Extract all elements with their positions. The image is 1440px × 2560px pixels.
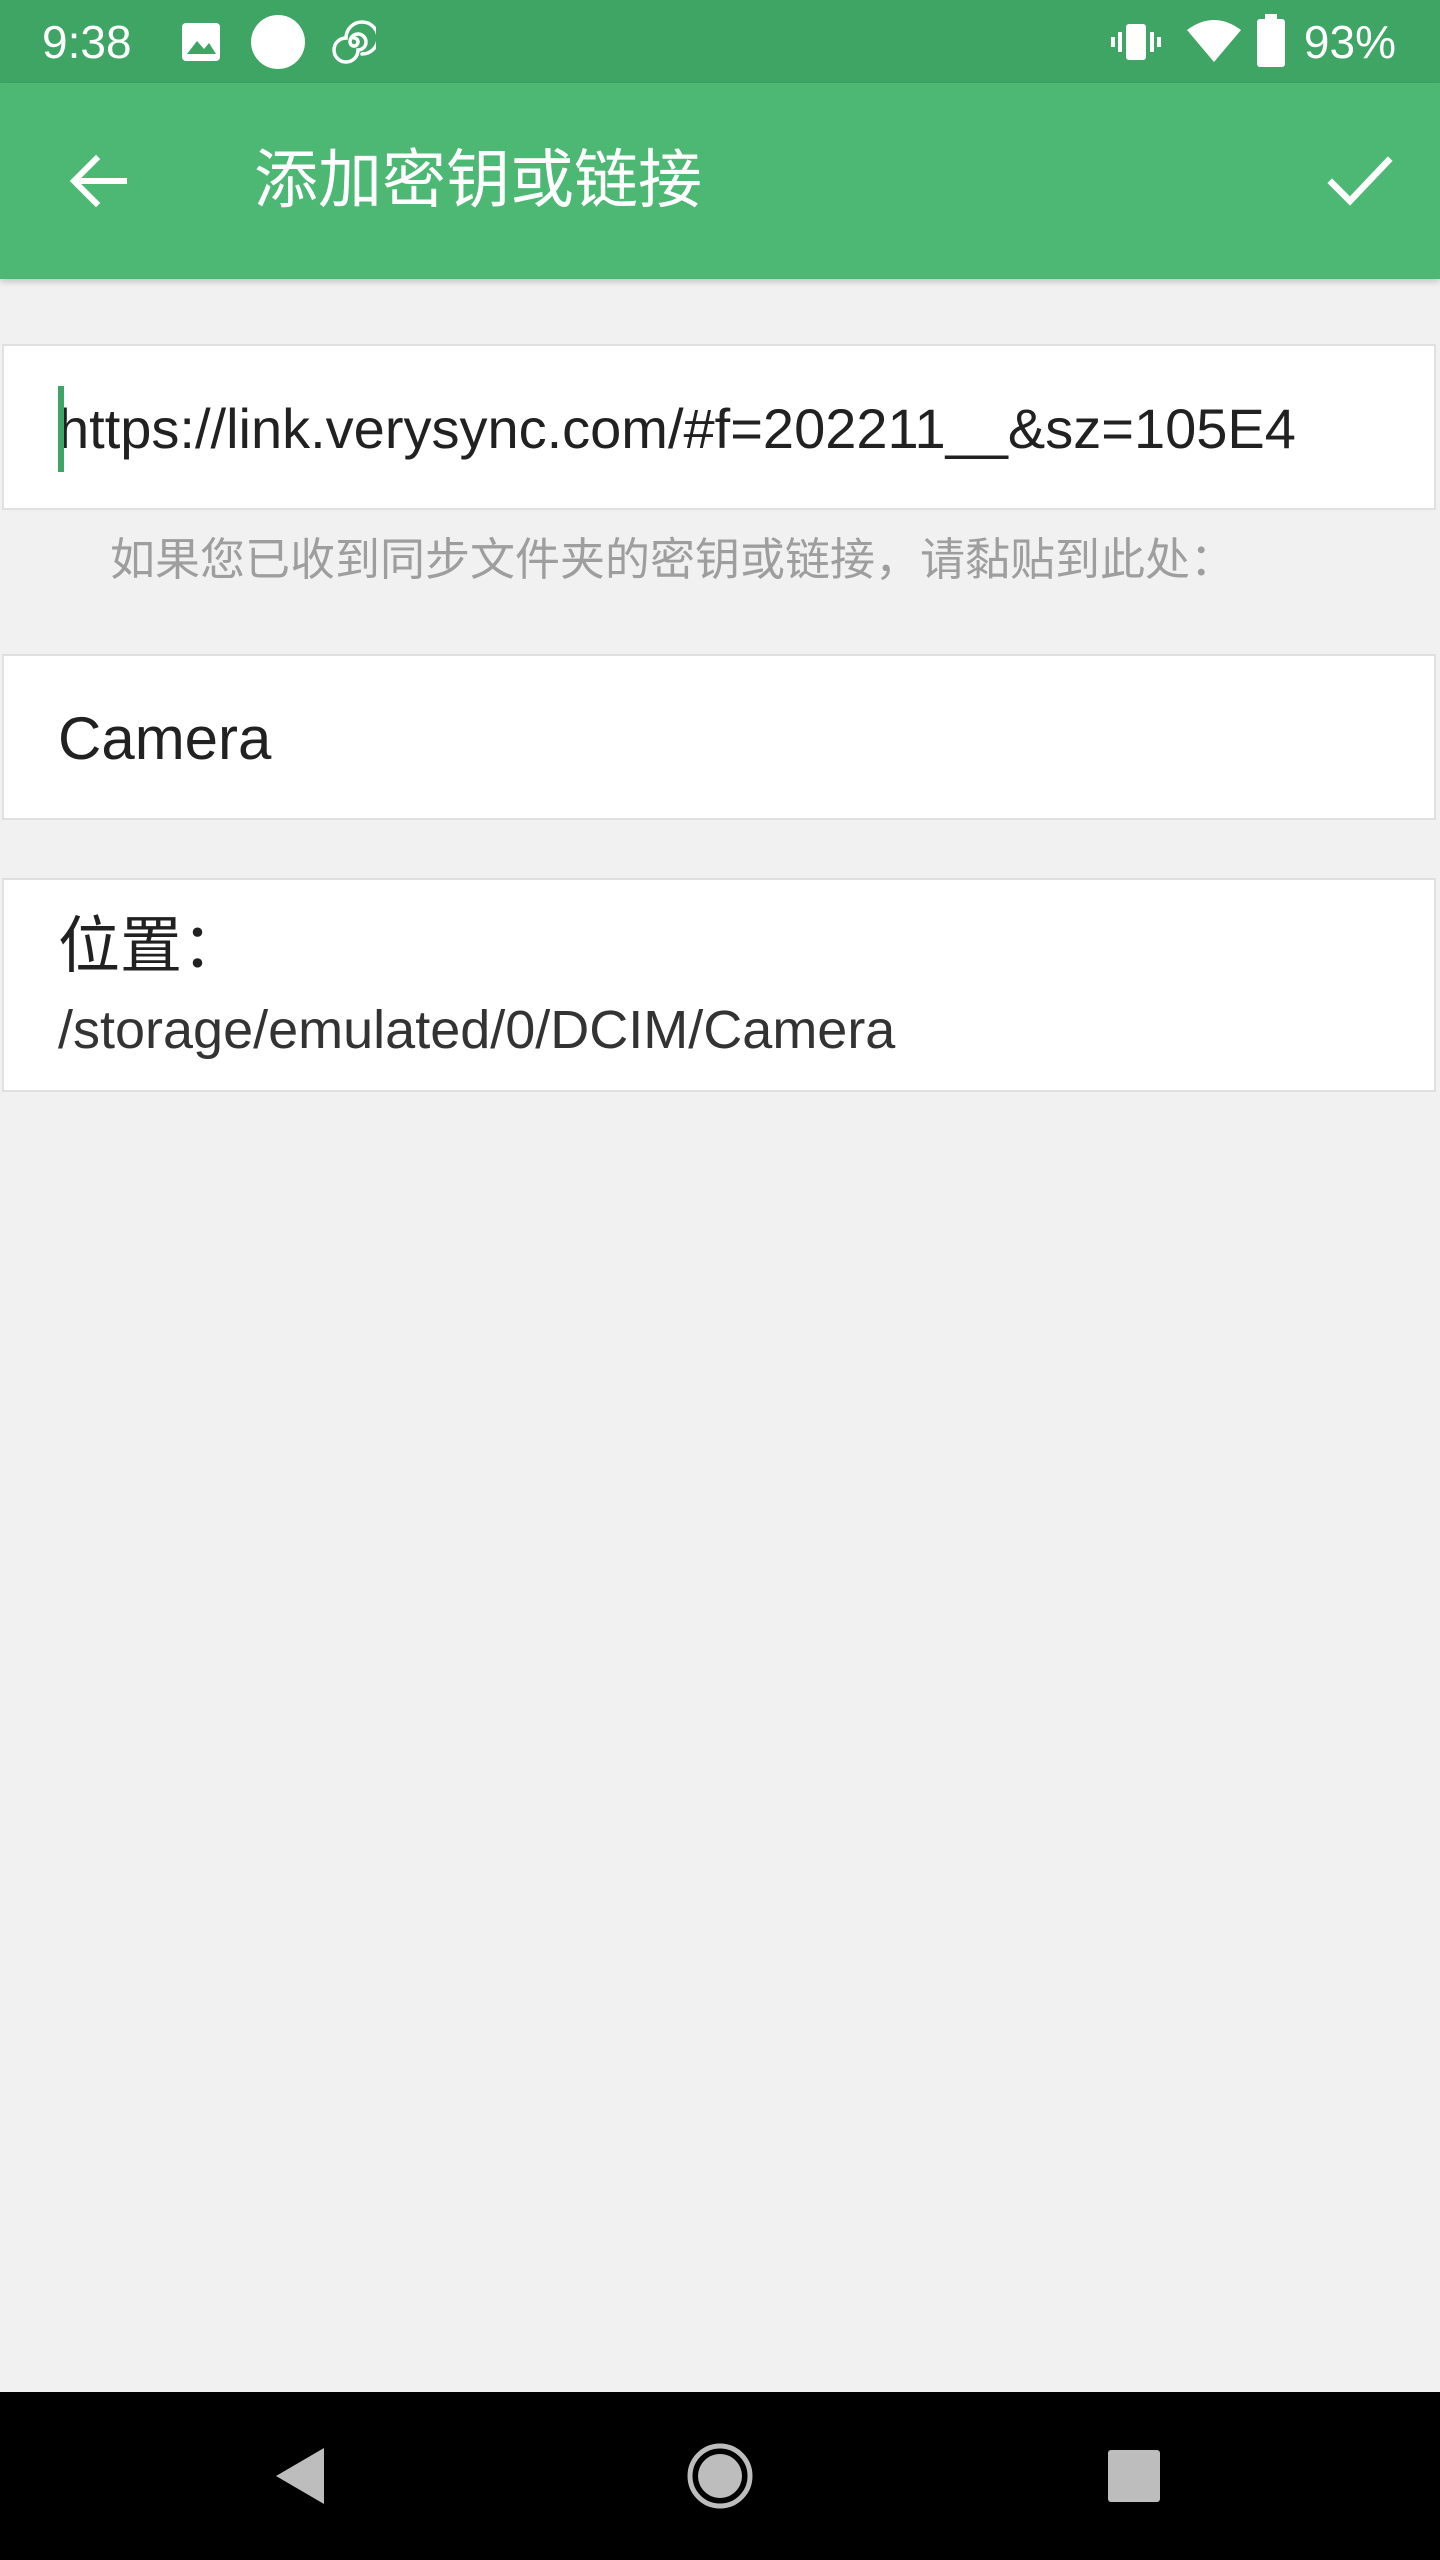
nav-recents-button[interactable] [1074, 2416, 1194, 2536]
arrow-back-icon [69, 154, 127, 208]
nav-back-icon [276, 2448, 324, 2504]
battery-icon [1257, 14, 1285, 67]
location-card[interactable]: 位置： /storage/emulated/0/DCIM/Camera [2, 878, 1436, 1092]
wifi-icon [1187, 20, 1241, 62]
status-bar: 9:38 93% [0, 0, 1440, 83]
back-button[interactable] [48, 131, 148, 231]
page-title: 添加密钥或链接 [254, 144, 702, 218]
image-icon [182, 23, 220, 61]
link-field-card: https://link.verysync.com/#f=202211__&sz… [2, 344, 1436, 510]
vibrate-icon [1111, 24, 1161, 60]
location-path: /storage/emulated/0/DCIM/Camera [58, 1000, 896, 1060]
nav-home-icon [687, 2443, 753, 2509]
location-label: 位置： [58, 909, 245, 982]
swirl-icon [332, 20, 376, 64]
check-icon [1327, 156, 1393, 206]
status-time: 9:38 [42, 16, 132, 68]
app-bar: 添加密钥或链接 [0, 83, 1440, 279]
link-input[interactable]: https://link.verysync.com/#f=202211__&sz… [58, 389, 1434, 469]
folder-name-input[interactable]: Camera [58, 699, 271, 779]
navigation-bar [0, 2392, 1440, 2560]
nav-back-button[interactable] [240, 2416, 360, 2536]
confirm-button[interactable] [1310, 131, 1410, 231]
screen: 9:38 93% 添加密钥或链接 https://link.verysync.c… [0, 0, 1440, 2560]
battery-percent: 93% [1303, 16, 1396, 68]
circle-icon [251, 15, 305, 69]
nav-home-button[interactable] [660, 2416, 780, 2536]
text-cursor [58, 386, 64, 472]
nav-recents-icon [1108, 2450, 1160, 2502]
link-hint: 如果您已收到同步文件夹的密钥或链接，请黏贴到此处： [110, 533, 1236, 586]
folder-name-card: Camera [2, 654, 1436, 820]
